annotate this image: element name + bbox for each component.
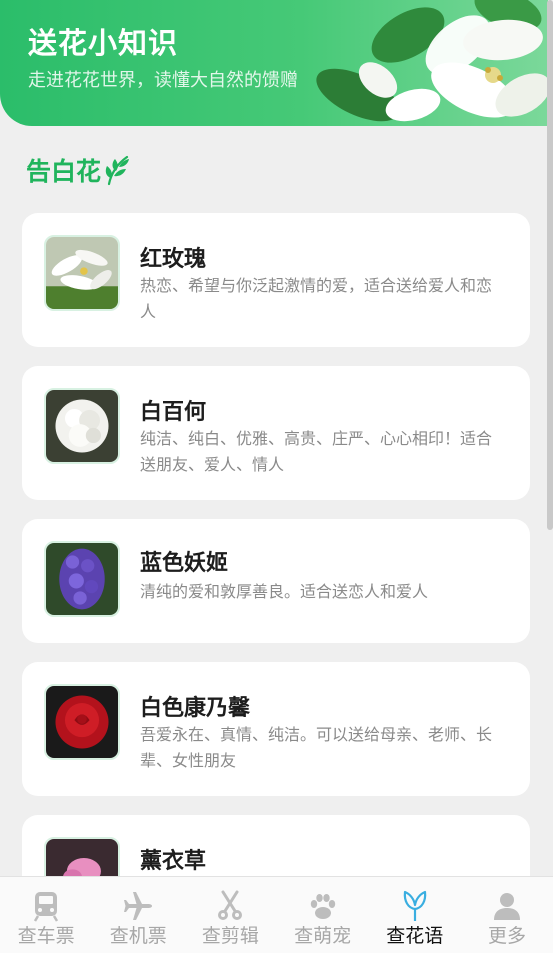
section-title: 告白花 (26, 157, 102, 186)
bottom-navigation: 查车票 查机票 查剪辑 查萌宠 查花语 更多 (0, 876, 553, 953)
nav-label: 查车票 (17, 925, 75, 947)
flower-thumbnail (44, 684, 120, 760)
flower-description: 清纯的爱和敦厚善良。适合送恋人和爱人 (140, 582, 429, 601)
airplane-icon (124, 892, 153, 920)
nav-item-edit[interactable]: 查剪辑 (184, 877, 276, 953)
scissors-icon (218, 890, 243, 920)
flower-thumbnail (44, 235, 120, 311)
nav-item-flight[interactable]: 查机票 (92, 877, 184, 953)
banner-title: 送花小知识 (28, 26, 179, 60)
nav-label: 查花语 (386, 925, 444, 947)
flower-card[interactable]: 白百何 纯洁、纯白、优雅、高贵、庄严、心心相印！适合送朋友、爱人、情人 (22, 366, 530, 500)
nav-item-train[interactable]: 查车票 (0, 877, 92, 953)
flower-card[interactable]: 红玫瑰 热恋、希望与你泛起激情的爱，适合送给爱人和恋人 (22, 213, 530, 347)
flower-name: 白色康乃馨 (140, 696, 251, 721)
flower-description: 吾爱永在、真情、纯洁。可以送给母亲、老师、长辈、女性朋友 (140, 725, 493, 770)
flower-icon (403, 890, 427, 921)
flower-card[interactable]: 白色康乃馨 吾爱永在、真情、纯洁。可以送给母亲、老师、长辈、女性朋友 (22, 662, 530, 796)
banner-subtitle: 走进花花世界，读懂大自然的馈赠 (28, 70, 298, 91)
scrollbar[interactable] (547, 0, 553, 530)
white-carnation-image (46, 390, 118, 462)
nav-item-more[interactable]: 更多 (461, 877, 553, 953)
flower-description: 热恋、希望与你泛起激情的爱，适合送给爱人和恋人 (140, 276, 493, 321)
user-icon (493, 893, 520, 920)
flower-name: 红玫瑰 (140, 247, 207, 272)
flower-card[interactable]: 蓝色妖姬 清纯的爱和敦厚善良。适合送恋人和爱人 (22, 519, 530, 643)
header-banner: 送花小知识 走进花花世界，读懂大自然的馈赠 (0, 0, 548, 126)
nav-item-pets[interactable]: 查萌宠 (277, 877, 369, 953)
flower-description: 纯洁、纯白、优雅、高贵、庄严、心心相印！适合送朋友、爱人、情人 (140, 429, 493, 474)
nav-label: 更多 (487, 925, 526, 947)
flower-name: 白百何 (140, 400, 207, 425)
paw-icon (310, 894, 335, 919)
white-lily-image (46, 237, 118, 309)
flower-thumbnail (44, 541, 120, 617)
purple-hyacinth-image (46, 543, 118, 615)
train-icon (34, 892, 59, 922)
leaf-icon (105, 155, 130, 186)
flower-thumbnail (44, 388, 120, 464)
red-rose-image (46, 686, 118, 758)
flower-name: 蓝色妖姬 (140, 551, 229, 576)
section-heading: 告白花 (26, 152, 131, 188)
nav-item-flowers[interactable]: 查花语 (369, 877, 461, 953)
lily-flower-illustration (316, 0, 548, 122)
nav-label: 查机票 (109, 925, 167, 947)
flower-name: 薰衣草 (140, 849, 207, 874)
nav-label: 查萌宠 (294, 925, 352, 947)
nav-label: 查剪辑 (201, 925, 259, 947)
